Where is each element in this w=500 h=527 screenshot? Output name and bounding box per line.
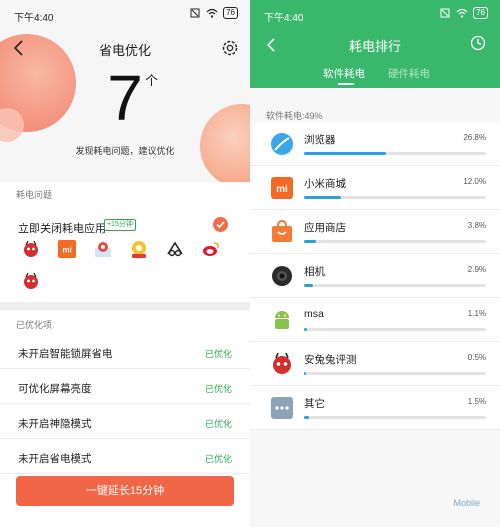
alipay-app-icon xyxy=(167,241,183,257)
optimized-status: 已优化 xyxy=(204,349,232,359)
app-percent: 0.5% xyxy=(467,353,486,362)
history-clock-icon[interactable] xyxy=(470,35,486,51)
list-item[interactable]: 相机 2.9% xyxy=(250,254,500,298)
status-bar: 下午4:40 76 xyxy=(250,0,500,28)
antutu-app-icon xyxy=(24,240,38,257)
usage-bar xyxy=(304,240,486,243)
optimized-status: 已优化 xyxy=(204,419,232,429)
battery-icon: 76 xyxy=(223,7,238,19)
camera-icon xyxy=(272,266,292,286)
optimized-status: 已优化 xyxy=(204,384,232,394)
list-item[interactable]: mi 小米商城 12.0% xyxy=(250,166,500,210)
android-icon xyxy=(275,311,289,329)
optimized-row[interactable]: 可优化屏幕亮度 已优化 xyxy=(0,370,250,404)
checkbox-checked-icon[interactable] xyxy=(213,217,228,232)
app-name: 其它 xyxy=(304,398,325,410)
optimized-status: 已优化 xyxy=(204,454,232,464)
list-item[interactable]: msa 1.1% xyxy=(250,298,500,342)
extend-battery-button[interactable]: 一键延长15分钟 xyxy=(16,476,234,506)
app-usage-list: 浏览器 26.8% mi 小米商城 12.0% 应用商店 3.8% 相机 2.9… xyxy=(250,122,500,430)
usage-bar-fill xyxy=(304,152,386,155)
issues-section-label: 耗电问题 xyxy=(16,190,53,200)
antutu-icon xyxy=(273,352,291,374)
status-time: 下午4:40 xyxy=(14,13,54,24)
usage-bar-fill xyxy=(304,328,308,331)
app-percent: 12.0% xyxy=(463,177,486,186)
usage-bar xyxy=(304,284,486,287)
power-ranking-screen: 下午4:40 76 耗电排行 软件耗电 硬件耗电 软件耗电:49% 浏览器 26… xyxy=(250,0,500,527)
maps-app-icon xyxy=(95,242,111,257)
weibo-app-icon xyxy=(203,242,219,256)
usage-bar-fill xyxy=(304,284,313,287)
app-percent: 1.5% xyxy=(467,397,486,406)
settings-gear-icon[interactable] xyxy=(220,38,240,58)
issue-count-unit: 个 xyxy=(145,73,159,88)
optimized-row[interactable]: 未开启省电模式 已优化 xyxy=(0,440,250,474)
app-name: 应用商店 xyxy=(304,222,346,234)
mi-store-icon: mi xyxy=(271,177,293,199)
svg-text:mi: mi xyxy=(276,184,288,195)
optimized-row[interactable]: 未开启智能锁屏省电 已优化 xyxy=(0,335,250,369)
list-item[interactable]: 浏览器 26.8% xyxy=(250,122,500,166)
active-tab-indicator xyxy=(338,83,354,85)
app-name: msa xyxy=(304,308,324,320)
app-percent: 1.1% xyxy=(467,309,486,318)
time-gain-badge: +15分钟 xyxy=(104,219,136,231)
tab-hardware[interactable]: 硬件耗电 xyxy=(388,66,430,81)
optimized-section-label: 已优化项 xyxy=(16,320,53,330)
list-item[interactable]: 其它 1.5% xyxy=(250,386,500,430)
usage-bar xyxy=(304,372,486,375)
app-name: 小米商城 xyxy=(304,178,346,190)
usage-bar-fill xyxy=(304,240,316,243)
usage-bar-fill xyxy=(304,372,306,375)
close-apps-label[interactable]: 立即关闭耗电应用 xyxy=(18,220,106,236)
app-percent: 26.8% xyxy=(463,133,486,142)
usage-bar-fill xyxy=(304,196,341,199)
app-percent: 3.8% xyxy=(467,221,486,230)
usage-bar xyxy=(304,152,486,155)
power-issues-card: 耗电问题 立即关闭耗电应用 +15分钟 mi xyxy=(0,182,250,302)
optimized-row-label: 未开启省电模式 xyxy=(18,453,92,465)
usage-bar xyxy=(304,328,486,331)
usage-bar xyxy=(304,416,486,419)
section-divider xyxy=(0,302,250,310)
hero-subtitle: 发现耗电问题，建议优化 xyxy=(75,146,175,156)
usage-bar xyxy=(304,196,486,199)
optimized-row[interactable]: 未开启神隐模式 已优化 xyxy=(0,405,250,439)
app-name: 相机 xyxy=(304,266,325,278)
hero-section: 下午4:40 76 省电优化 7 个 发现耗电问题，建议优化 xyxy=(0,0,250,182)
svg-text:mi: mi xyxy=(62,246,71,255)
list-item[interactable]: 安兔兔评测 0.5% xyxy=(250,342,500,386)
status-bar: 下午4:40 76 xyxy=(0,0,250,28)
power-saving-screen: 下午4:40 76 省电优化 7 个 发现耗电问题，建议优化 耗电问题 立即关闭… xyxy=(0,0,250,527)
chrome-app-icon xyxy=(132,241,146,258)
more-icon xyxy=(271,397,293,419)
optimized-row-label: 未开启神隐模式 xyxy=(18,418,92,430)
mi-app-icon: mi xyxy=(58,240,76,258)
status-time: 下午4:40 xyxy=(264,13,304,24)
software-usage-label: 软件耗电:49% xyxy=(266,111,323,121)
optimized-row-label: 未开启智能锁屏省电 xyxy=(18,348,113,360)
optimized-row-label: 可优化屏幕亮度 xyxy=(18,383,92,395)
wifi-icon xyxy=(206,8,218,18)
tab-software[interactable]: 软件耗电 xyxy=(323,66,365,81)
ranking-header: 下午4:40 76 耗电排行 软件耗电 硬件耗电 xyxy=(250,0,500,88)
usage-bar-fill xyxy=(304,416,309,419)
antutu-app-icon-2 xyxy=(24,272,38,289)
signal-icon xyxy=(440,8,450,18)
navbar: 省电优化 xyxy=(0,36,250,60)
page-title: 耗电排行 xyxy=(348,39,401,54)
issue-count: 7 xyxy=(107,62,143,134)
battery-icon: 76 xyxy=(473,7,488,19)
watermark-logo: Mobile xyxy=(453,498,480,508)
app-percent: 2.9% xyxy=(467,265,486,274)
app-name: 浏览器 xyxy=(304,134,336,146)
page-title: 省电优化 xyxy=(98,43,151,58)
browser-icon xyxy=(271,133,293,155)
app-name: 安兔兔评测 xyxy=(304,354,357,366)
signal-icon xyxy=(190,8,200,18)
list-item[interactable]: 应用商店 3.8% xyxy=(250,210,500,254)
wifi-icon xyxy=(456,8,468,18)
app-store-icon xyxy=(272,220,292,242)
